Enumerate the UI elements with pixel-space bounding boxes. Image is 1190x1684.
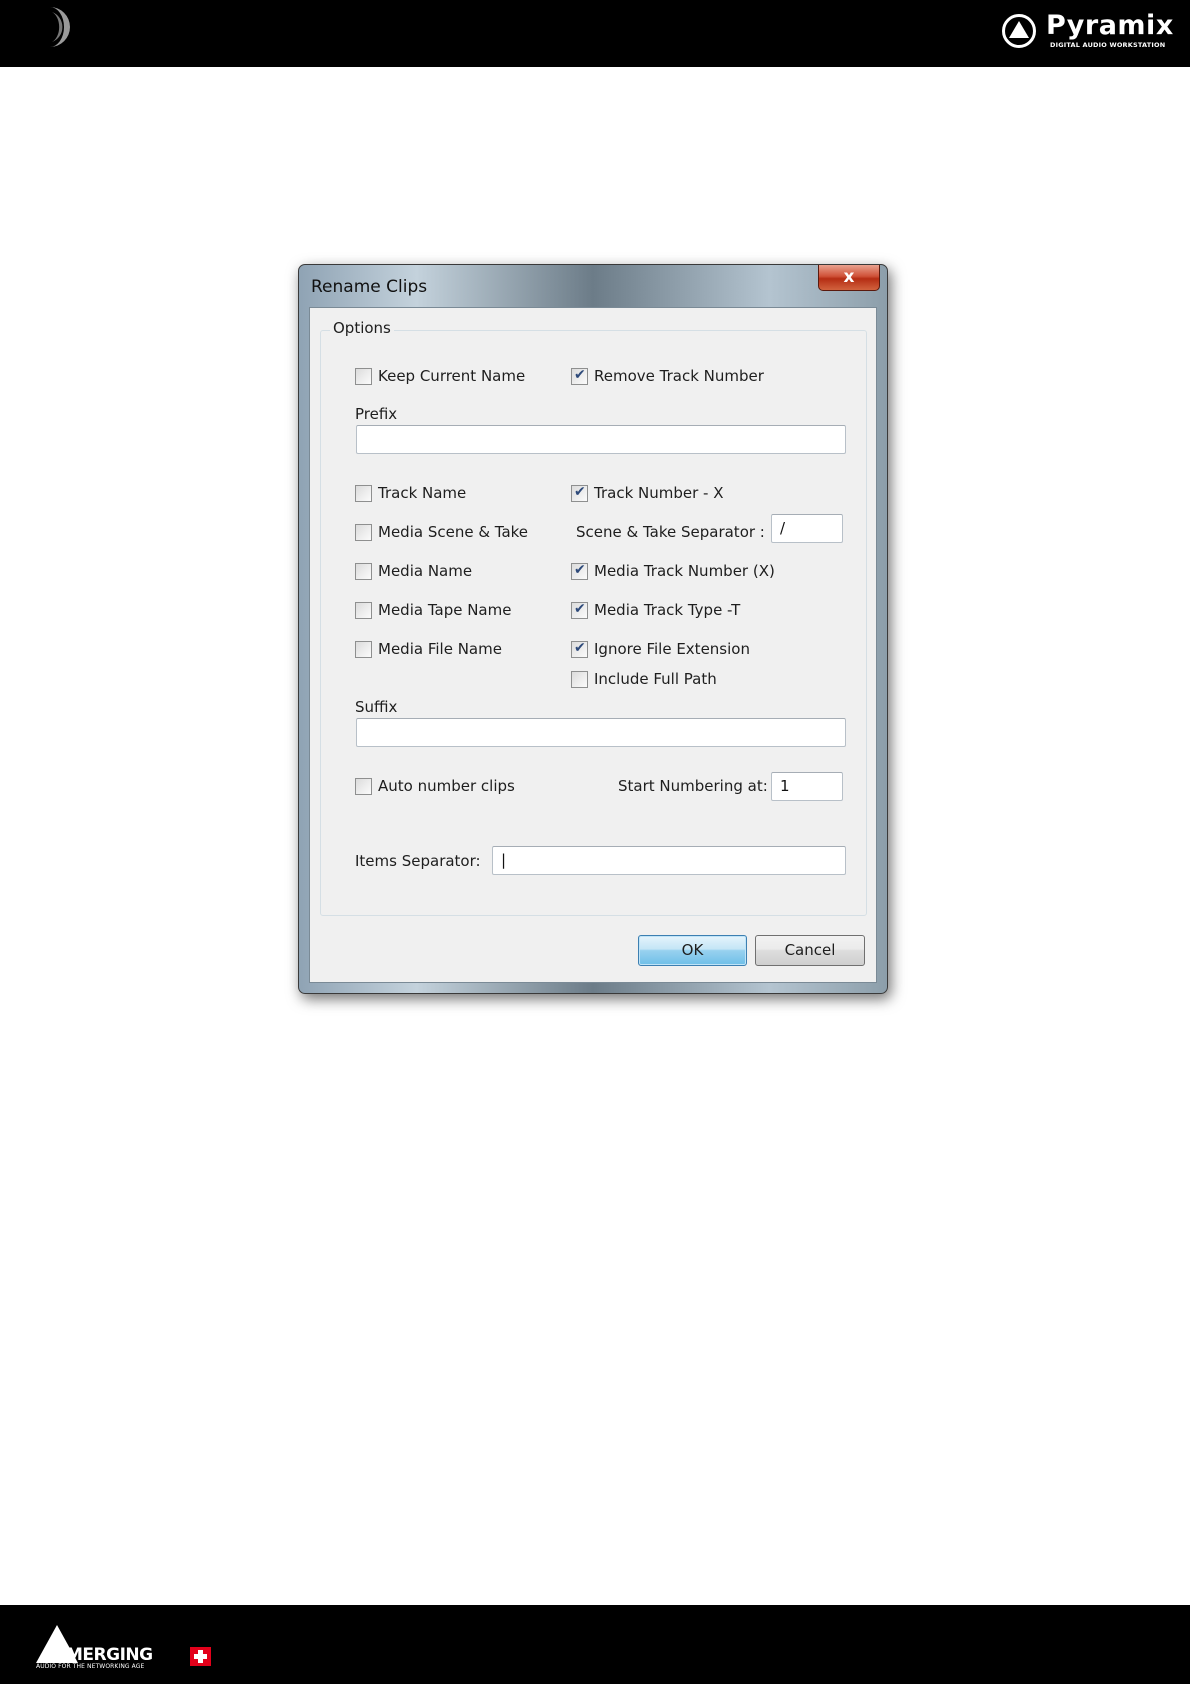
- checkbox-icon[interactable]: [571, 367, 588, 385]
- checkbox-icon[interactable]: [355, 485, 372, 502]
- items-separator-input[interactable]: |: [492, 846, 846, 875]
- prefix-label: Prefix: [355, 405, 398, 423]
- checkbox-icon[interactable]: [571, 640, 588, 658]
- option-label: Include Full Path: [594, 670, 717, 688]
- option-label: Keep Current Name: [378, 367, 526, 385]
- checkbox-icon[interactable]: [355, 778, 372, 795]
- close-icon: x: [843, 267, 855, 287]
- page-header: Pyramix DIGITAL AUDIO WORKSTATION: [0, 0, 1190, 67]
- option-label: Auto number clips: [378, 777, 515, 795]
- items-separator-label: Items Separator:: [355, 852, 481, 870]
- merging-brand-tagline: AUDIO FOR THE NETWORKING AGE: [36, 1663, 145, 1670]
- option-label: Media Name: [378, 562, 473, 580]
- checkbox-icon[interactable]: [571, 562, 588, 580]
- rename-clips-dialog: Rename Clips x Options Keep Current Name…: [298, 264, 888, 994]
- option-label: Media File Name: [378, 640, 502, 658]
- options-group: [320, 330, 867, 916]
- cancel-button[interactable]: Cancel: [755, 935, 865, 966]
- pyramix-brand-tagline: DIGITAL AUDIO WORKSTATION: [1050, 41, 1166, 49]
- prefix-input[interactable]: [356, 425, 846, 454]
- pyramix-brand-name: Pyramix: [1046, 10, 1174, 41]
- dialog-title: Rename Clips: [311, 277, 428, 297]
- option-label: Media Tape Name: [378, 601, 512, 619]
- checkbox-icon[interactable]: [355, 641, 372, 658]
- option-label: Media Track Number (X): [594, 562, 775, 580]
- start-numbering-input[interactable]: 1: [771, 772, 843, 801]
- option-label: Media Scene & Take: [378, 523, 529, 541]
- suffix-label: Suffix: [355, 698, 398, 716]
- suffix-input[interactable]: [356, 718, 846, 747]
- option-label: Media Track Type -T: [594, 601, 741, 619]
- checkbox-icon[interactable]: [571, 671, 588, 688]
- dialog-client-area: Options Keep Current Name Remove Track N…: [309, 307, 877, 983]
- ok-button[interactable]: OK: [638, 935, 747, 966]
- checkbox-icon[interactable]: [571, 601, 588, 619]
- options-group-title: Options: [330, 319, 394, 337]
- scene-take-separator-input[interactable]: /: [771, 514, 843, 543]
- option-label: Track Name: [378, 484, 467, 502]
- checkbox-icon[interactable]: [355, 524, 372, 541]
- option-label: Ignore File Extension: [594, 640, 750, 658]
- swiss-cross-icon: [190, 1647, 211, 1666]
- start-numbering-label: Start Numbering at:: [618, 777, 768, 795]
- moon-icon: [50, 7, 70, 47]
- scene-take-separator-label: Scene & Take Separator :: [576, 523, 765, 541]
- checkbox-icon[interactable]: [571, 484, 588, 502]
- page-footer: [0, 1605, 1190, 1684]
- option-label: Remove Track Number: [594, 367, 764, 385]
- merging-brand-name: MERGING: [66, 1645, 153, 1665]
- pyramix-logo-triangle: [1009, 21, 1029, 38]
- checkbox-icon[interactable]: [355, 563, 372, 580]
- checkbox-icon[interactable]: [355, 602, 372, 619]
- close-button[interactable]: x: [818, 265, 880, 291]
- option-label: Track Number - X: [594, 484, 724, 502]
- checkbox-icon[interactable]: [355, 368, 372, 385]
